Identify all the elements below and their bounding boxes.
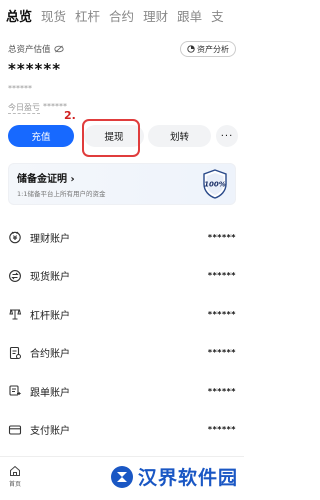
account-value: ****** xyxy=(207,271,236,281)
pie-chart-icon xyxy=(187,45,195,53)
tab-earn[interactable]: 理财 xyxy=(143,6,168,25)
tab-overview[interactable]: 总览 xyxy=(6,6,32,25)
watermark-text: 汉界软件园 xyxy=(137,467,238,489)
asset-label: 总资产估值 xyxy=(8,43,64,55)
asset-sub-value: ****** xyxy=(8,84,32,93)
asset-analysis-button[interactable]: 资产分析 xyxy=(180,41,236,57)
tab-copy-trade[interactable]: 跟单 xyxy=(177,6,202,25)
account-list: ¥ 理财账户 ****** 现货账户 ****** 杠杆账户 ****** 合约… xyxy=(8,218,236,449)
account-label: 合约账户 xyxy=(30,349,70,361)
more-button[interactable]: ··· xyxy=(216,125,238,147)
account-row-earn[interactable]: ¥ 理财账户 ****** xyxy=(8,218,236,257)
tab-futures[interactable]: 合约 xyxy=(109,6,134,25)
account-value: ****** xyxy=(207,309,236,319)
pnl-label: 今日盈亏 xyxy=(8,103,40,114)
account-row-futures[interactable]: 合约账户 ****** xyxy=(8,334,236,373)
account-value: ****** xyxy=(207,425,236,435)
account-label: 现货账户 xyxy=(30,272,70,284)
top-tabs: 总览 现货 杠杆 合约 理财 跟单 支 xyxy=(0,0,244,30)
eye-hidden-icon[interactable] xyxy=(53,45,64,53)
account-label: 支付账户 xyxy=(30,426,70,438)
account-label: 跟单账户 xyxy=(30,387,70,399)
account-row-copy-trade[interactable]: 跟单账户 ****** xyxy=(8,372,236,411)
reserve-proof-card[interactable]: 储备金证明 › 1:1储备平台上所有用户的资金 100% xyxy=(8,163,236,205)
watermark-logo-icon xyxy=(110,465,133,488)
deposit-button[interactable]: 充值 xyxy=(8,125,74,147)
tab-spot[interactable]: 现货 xyxy=(41,6,66,25)
account-label: 理财账户 xyxy=(30,233,70,245)
nav-home[interactable]: 首页 xyxy=(4,465,26,488)
asset-analysis-label: 资产分析 xyxy=(197,44,229,54)
scale-icon xyxy=(9,309,22,320)
shield-badge-icon: 100% xyxy=(203,169,227,199)
account-value: ****** xyxy=(207,232,236,242)
withdraw-highlight-box xyxy=(82,119,140,157)
account-row-spot[interactable]: 现货账户 ****** xyxy=(8,257,236,296)
account-value: ****** xyxy=(207,386,236,396)
copy-trade-icon xyxy=(9,385,22,396)
home-icon xyxy=(10,465,20,476)
account-row-payment[interactable]: 支付账户 ****** xyxy=(8,411,236,450)
watermark: 汉界软件园 xyxy=(110,463,238,490)
nav-home-label: 首页 xyxy=(8,481,21,488)
total-asset-value: ****** xyxy=(8,60,62,78)
reserve-title: 储备金证明 › xyxy=(17,174,75,185)
shield-badge-text: 100% xyxy=(204,181,226,189)
reserve-subtitle: 1:1储备平台上所有用户的资金 xyxy=(17,190,106,198)
transfer-button[interactable]: 划转 xyxy=(148,125,211,147)
asset-header: 总资产估值 资产分析 xyxy=(8,41,236,57)
tab-margin[interactable]: 杠杆 xyxy=(75,6,100,25)
piggy-bank-icon: ¥ xyxy=(9,231,21,244)
account-value: ****** xyxy=(207,348,236,358)
pnl-row: 今日盈亏 ****** xyxy=(8,102,67,114)
account-label: 杠杆账户 xyxy=(30,310,70,322)
account-row-margin[interactable]: 杠杆账户 ****** xyxy=(8,295,236,334)
exchange-icon xyxy=(9,269,21,282)
tab-payment[interactable]: 支 xyxy=(211,6,224,25)
step-annotation: 2. xyxy=(64,109,76,122)
card-icon xyxy=(8,425,22,435)
asset-label-text: 总资产估值 xyxy=(8,45,51,55)
contract-icon xyxy=(9,346,21,359)
svg-text:¥: ¥ xyxy=(13,234,18,242)
